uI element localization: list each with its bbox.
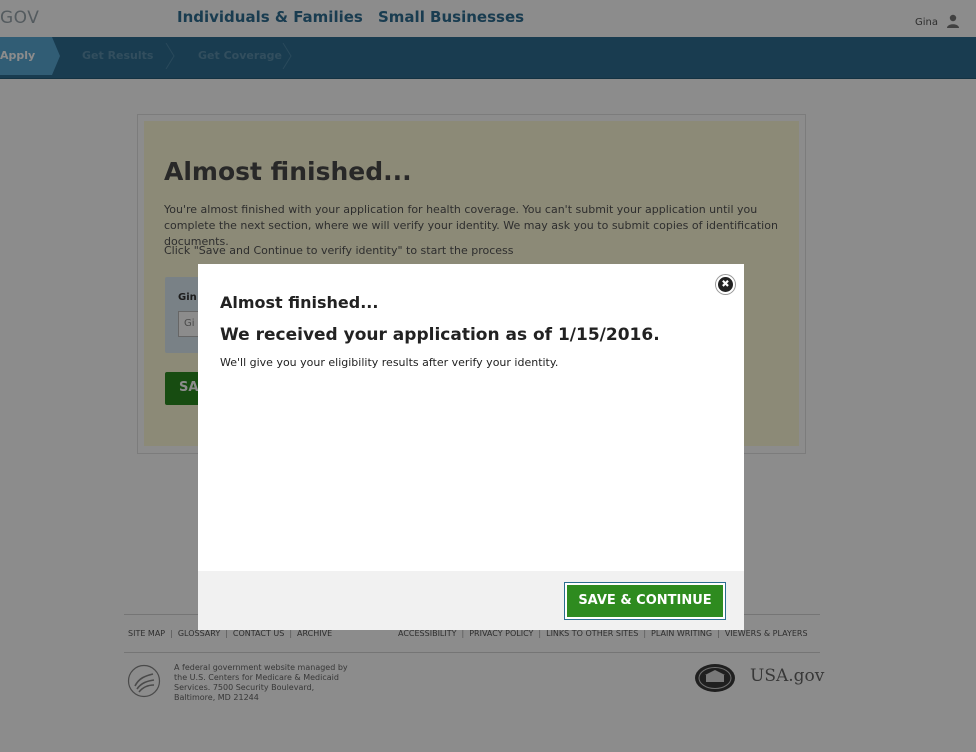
modal-body-text: We'll give you your eligibility results … (220, 356, 559, 369)
close-icon[interactable]: ✖ (716, 275, 735, 294)
modal-heading: We received your application as of 1/15/… (220, 325, 660, 345)
modal-title: Almost finished... (220, 293, 379, 312)
save-continue-button[interactable]: SAVE & CONTINUE (565, 583, 725, 619)
